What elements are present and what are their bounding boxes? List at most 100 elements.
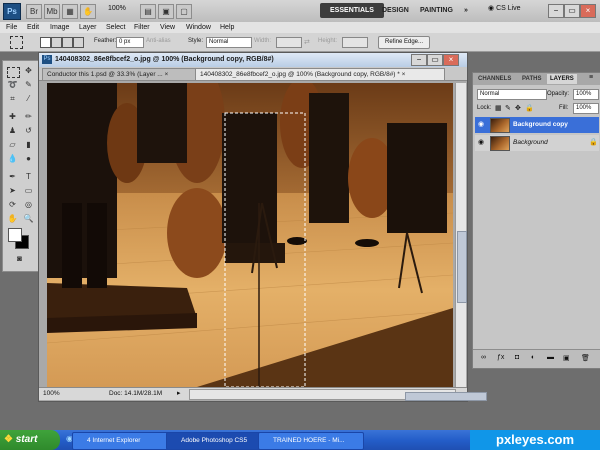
tab-close-icon[interactable]: ×: [402, 71, 406, 78]
menu-help[interactable]: Help: [220, 22, 234, 33]
workspace-painting[interactable]: PAINTING: [414, 3, 459, 18]
menu-file[interactable]: File: [6, 22, 17, 33]
healing-brush-icon[interactable]: ✚: [6, 111, 19, 123]
maximize-button[interactable]: ▭: [564, 4, 580, 18]
menu-select[interactable]: Select: [106, 22, 125, 33]
eraser-tool-icon[interactable]: ▱: [6, 139, 19, 151]
shape-tool-icon[interactable]: ▭: [22, 185, 35, 197]
3d-rotate-icon[interactable]: ⟳: [6, 199, 19, 211]
grid-icon[interactable]: ▤: [140, 4, 156, 19]
layer-name[interactable]: Background: [513, 139, 548, 146]
style-select[interactable]: Normal: [206, 37, 252, 48]
add-selection-icon[interactable]: [51, 37, 62, 48]
doc-maximize-button[interactable]: ▭: [427, 54, 443, 66]
new-layer-icon[interactable]: ▣: [563, 354, 570, 362]
task-internet-explorer[interactable]: 4 Internet Explorer: [72, 432, 178, 450]
screen-mode-icon[interactable]: ▢: [176, 4, 192, 19]
menu-image[interactable]: Image: [50, 22, 69, 33]
crop-tool-icon[interactable]: ⌗: [6, 93, 19, 105]
path-selection-icon[interactable]: ➤: [6, 185, 19, 197]
status-zoom[interactable]: 100%: [43, 390, 60, 397]
workspace-essentials[interactable]: ESSENTIALS: [320, 3, 384, 18]
new-group-icon[interactable]: ▬: [547, 354, 554, 361]
menu-layer[interactable]: Layer: [79, 22, 97, 33]
layer-name[interactable]: Background copy: [513, 121, 568, 128]
delete-layer-icon[interactable]: 🗑: [581, 354, 590, 362]
horizontal-scroll-thumb[interactable]: [405, 392, 487, 401]
brush-tool-icon[interactable]: ✏: [22, 111, 35, 123]
tab-channels[interactable]: CHANNELS: [475, 74, 514, 84]
tab-conductor[interactable]: Conductor this 1.psd @ 33.3% (Layer ... …: [42, 68, 200, 81]
image-canvas[interactable]: [47, 83, 453, 387]
height-input[interactable]: [342, 37, 368, 48]
layer-row-background[interactable]: ◉ Background 🔒: [475, 135, 599, 151]
opacity-input[interactable]: 100%: [573, 89, 599, 100]
pen-tool-icon[interactable]: ✒: [6, 171, 19, 183]
lasso-tool-icon[interactable]: ➰: [6, 79, 19, 91]
zoom-level[interactable]: 100%: [108, 5, 126, 12]
feather-input[interactable]: 0 px: [116, 37, 144, 48]
marquee-tool-icon[interactable]: [7, 67, 20, 78]
visibility-eye-icon[interactable]: ◉: [478, 120, 484, 128]
task-photoshop[interactable]: Adobe Photoshop CS5: [166, 432, 270, 450]
blend-mode-select[interactable]: Normal: [477, 89, 547, 100]
doc-minimize-button[interactable]: −: [411, 54, 427, 66]
menu-edit[interactable]: Edit: [27, 22, 39, 33]
arrange-documents-icon[interactable]: ▣: [158, 4, 174, 19]
width-input[interactable]: [276, 37, 302, 48]
workspace-more[interactable]: »: [458, 3, 474, 18]
workspace-design[interactable]: DESIGN: [376, 3, 415, 18]
intersect-selection-icon[interactable]: [73, 37, 84, 48]
visibility-eye-icon[interactable]: ◉: [478, 138, 484, 146]
task-word-document[interactable]: TRAINED HOERE - Mi...: [258, 432, 364, 450]
dodge-tool-icon[interactable]: ●: [22, 153, 35, 165]
blur-tool-icon[interactable]: 💧: [6, 153, 19, 165]
document-title-bar[interactable]: Ps 140408302_86e8fbcef2_o.jpg @ 100% (Ba…: [39, 53, 467, 68]
link-layers-icon[interactable]: ∞: [481, 354, 486, 361]
3d-orbit-icon[interactable]: ◎: [22, 199, 35, 211]
doc-close-button[interactable]: ×: [443, 54, 459, 66]
gradient-tool-icon[interactable]: ▮: [22, 139, 35, 151]
menu-filter[interactable]: Filter: [134, 22, 150, 33]
adjustment-layer-icon[interactable]: ◐: [531, 354, 535, 361]
vertical-scrollbar[interactable]: [455, 83, 467, 387]
cs-live-menu[interactable]: ◉ CS Live: [488, 4, 521, 12]
status-menu-arrow-icon[interactable]: ▸: [177, 389, 181, 397]
hand-tool-icon[interactable]: ✋: [80, 4, 96, 19]
zoom-tool-icon[interactable]: 🔍: [22, 213, 35, 225]
fill-input[interactable]: 100%: [573, 103, 599, 114]
layer-style-icon[interactable]: ƒx: [497, 354, 504, 361]
history-brush-icon[interactable]: ↺: [22, 125, 35, 137]
eyedropper-tool-icon[interactable]: ⁄: [22, 93, 35, 105]
hand-tool-icon-2[interactable]: ✋: [6, 213, 19, 225]
minimize-button[interactable]: −: [548, 4, 564, 18]
menu-window[interactable]: Window: [186, 22, 211, 33]
lock-pixels-icon[interactable]: ✎: [505, 104, 511, 112]
vertical-scroll-thumb[interactable]: [457, 231, 467, 303]
type-tool-icon[interactable]: T: [22, 171, 35, 183]
quick-mask-icon[interactable]: ◙: [13, 253, 26, 265]
close-button[interactable]: ×: [580, 4, 596, 18]
tab-close-icon[interactable]: ×: [165, 71, 169, 78]
panel-menu-icon[interactable]: ≡: [589, 74, 593, 81]
tab-layers[interactable]: LAYERS: [547, 74, 577, 84]
quick-selection-icon[interactable]: ✎: [22, 79, 35, 91]
new-selection-icon[interactable]: [40, 37, 51, 48]
mini-bridge-icon[interactable]: Mb: [44, 4, 60, 19]
horizontal-scrollbar[interactable]: [189, 389, 487, 401]
tab-orchestra[interactable]: 140408302_86e8fbcef2_o.jpg @ 100% (Backg…: [195, 68, 445, 81]
move-tool-icon[interactable]: ✥: [22, 65, 35, 77]
tab-paths[interactable]: PATHS: [519, 74, 544, 84]
anti-alias-checkbox[interactable]: Anti-alias: [146, 38, 171, 44]
bridge-icon[interactable]: Br: [26, 4, 42, 19]
lock-position-icon[interactable]: ✥: [515, 104, 521, 112]
clone-stamp-icon[interactable]: ♟: [6, 125, 19, 137]
menu-view[interactable]: View: [160, 22, 175, 33]
swap-icon[interactable]: ⇄: [304, 38, 310, 46]
refine-edge-button[interactable]: Refine Edge...: [378, 36, 430, 49]
subtract-selection-icon[interactable]: [62, 37, 73, 48]
lock-all-icon[interactable]: 🔒: [525, 104, 534, 112]
marquee-preset-icon[interactable]: [10, 36, 23, 49]
lock-transparency-icon[interactable]: ▦: [495, 104, 502, 112]
foreground-color-swatch[interactable]: [8, 228, 22, 242]
